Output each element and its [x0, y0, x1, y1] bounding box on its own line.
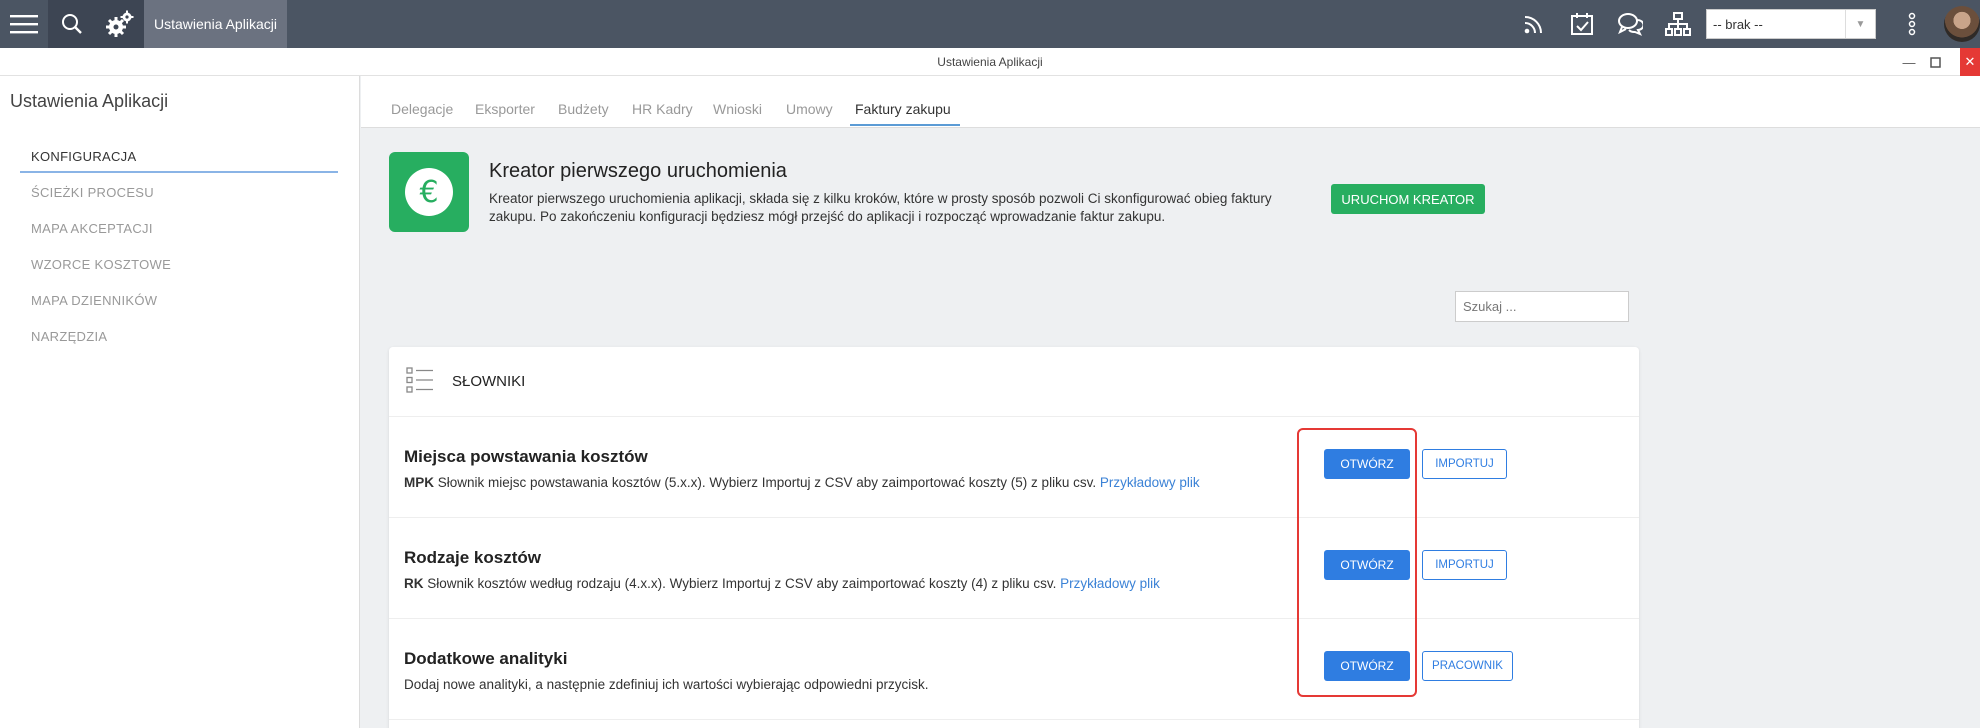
dictionary-row-analytics: Dodatkowe analityki Dodaj nowe analityki…: [389, 619, 1639, 720]
sidebar-item-mapa-akceptacji[interactable]: MAPA AKCEPTACJI: [31, 221, 153, 236]
open-button[interactable]: OTWÓRZ: [1324, 550, 1410, 580]
sidebar-item-mapa-dziennikow[interactable]: MAPA DZIENNIKÓW: [31, 293, 157, 308]
wizard-description: Kreator pierwszego uruchomienia aplikacj…: [489, 191, 1272, 224]
wizard-tile: €: [389, 152, 469, 232]
list-icon: [406, 367, 433, 393]
sidebar-item-konfiguracja[interactable]: KONFIGURACJA: [31, 149, 136, 164]
row-description: MPK Słownik miejsc powstawania kosztów (…: [404, 475, 1200, 490]
search-input[interactable]: [1455, 291, 1629, 322]
row-code: RK: [404, 576, 424, 591]
employee-button[interactable]: PRACOWNIK: [1422, 651, 1513, 681]
search-icon: [62, 14, 82, 34]
close-icon[interactable]: ✕: [1960, 48, 1980, 76]
tab-budzety[interactable]: Budżety: [558, 101, 609, 117]
hamburger-icon: [10, 15, 38, 34]
top-bar: Ustawienia Aplikacji -- brak -- ▼: [0, 0, 1980, 48]
row-description-text: Słownik kosztów według rodzaju (4.x.x). …: [423, 576, 1061, 591]
chat-bubbles-icon: [1618, 13, 1643, 36]
window-title-bar: Ustawienia Aplikacji — ✕: [0, 48, 1980, 76]
window-title: Ustawienia Aplikacji: [937, 55, 1043, 69]
org-chart-button[interactable]: [1654, 0, 1702, 48]
run-wizard-button[interactable]: URUCHOM KREATOR: [1331, 184, 1485, 214]
module-tabs: Delegacje Eksporter Budżety HR Kadry Wni…: [361, 76, 1980, 128]
open-button[interactable]: OTWÓRZ: [1324, 449, 1410, 479]
tab-umowy[interactable]: Umowy: [786, 101, 833, 117]
sidebar-active-indicator: [20, 171, 338, 173]
sample-file-link[interactable]: Przykładowy plik: [1100, 475, 1200, 490]
app-name-tab[interactable]: Ustawienia Aplikacji: [144, 0, 287, 48]
sidebar: Ustawienia Aplikacji KONFIGURACJA ŚCIEŻK…: [0, 76, 360, 728]
row-title: Rodzaje kosztów: [404, 548, 541, 567]
tab-faktury-zakupu[interactable]: Faktury zakupu: [855, 101, 951, 117]
import-button[interactable]: IMPORTUJ: [1422, 449, 1507, 479]
rss-icon: [1524, 16, 1542, 34]
settings-button[interactable]: [96, 0, 144, 48]
open-button[interactable]: OTWÓRZ: [1324, 651, 1410, 681]
row-code: MPK: [404, 475, 434, 490]
chevron-down-icon[interactable]: ▼: [1845, 10, 1875, 38]
context-select[interactable]: -- brak -- ▼: [1706, 9, 1876, 39]
card-header: SŁOWNIKI: [389, 347, 1639, 417]
row-description: Dodaj nowe analityki, a następnie zdefin…: [404, 677, 929, 692]
minimize-icon[interactable]: —: [1896, 48, 1922, 76]
card-title: SŁOWNIKI: [452, 373, 526, 390]
gears-icon: [106, 10, 134, 37]
menu-button[interactable]: [0, 0, 48, 48]
search-button[interactable]: [48, 0, 96, 48]
sidebar-item-sciezki-procesu[interactable]: ŚCIEŻKI PROCESU: [31, 185, 154, 200]
row-description-text: Dodaj nowe analityki, a następnie zdefin…: [404, 677, 929, 692]
row-title: Dodatkowe analityki: [404, 649, 568, 668]
row-title: Miejsca powstawania kosztów: [404, 447, 648, 466]
sample-file-link[interactable]: Przykładowy plik: [1060, 576, 1160, 591]
calendar-button[interactable]: [1558, 0, 1606, 48]
tab-delegacje[interactable]: Delegacje: [391, 101, 453, 117]
sidebar-title: Ustawienia Aplikacji: [10, 91, 169, 111]
feed-button[interactable]: [1510, 0, 1558, 48]
import-button[interactable]: IMPORTUJ: [1422, 550, 1507, 580]
sidebar-item-narzedzia[interactable]: NARZĘDZIA: [31, 329, 107, 344]
row-description-text: Słownik miejsc powstawania kosztów (5.x.…: [434, 475, 1100, 490]
chat-button[interactable]: [1606, 0, 1654, 48]
row-description: RK Słownik kosztów według rodzaju (4.x.x…: [404, 576, 1160, 591]
context-select-value: -- brak --: [1713, 16, 1763, 32]
euro-icon: €: [405, 168, 453, 216]
maximize-icon[interactable]: [1922, 48, 1948, 76]
tab-hr-kadry[interactable]: HR Kadry: [632, 101, 693, 117]
active-tab-indicator: [850, 124, 960, 126]
tab-wnioski[interactable]: Wnioski: [713, 101, 762, 117]
more-options-button[interactable]: [1888, 0, 1936, 48]
dictionary-row-rk: Rodzaje kosztów RK Słownik kosztów wedłu…: [389, 518, 1639, 619]
tab-eksporter[interactable]: Eksporter: [475, 101, 535, 117]
more-vertical-icon: [1908, 12, 1916, 36]
sitemap-icon: [1665, 12, 1691, 36]
avatar[interactable]: [1944, 6, 1980, 42]
sidebar-item-wzorce-kosztowe[interactable]: WZORCE KOSZTOWE: [31, 257, 171, 272]
wizard-title: Kreator pierwszego uruchomienia: [489, 160, 787, 182]
dictionary-row-mpk: Miejsca powstawania kosztów MPK Słownik …: [389, 417, 1639, 518]
dictionaries-card: SŁOWNIKI Miejsca powstawania kosztów MPK…: [389, 347, 1639, 728]
calendar-check-icon: [1571, 13, 1593, 35]
